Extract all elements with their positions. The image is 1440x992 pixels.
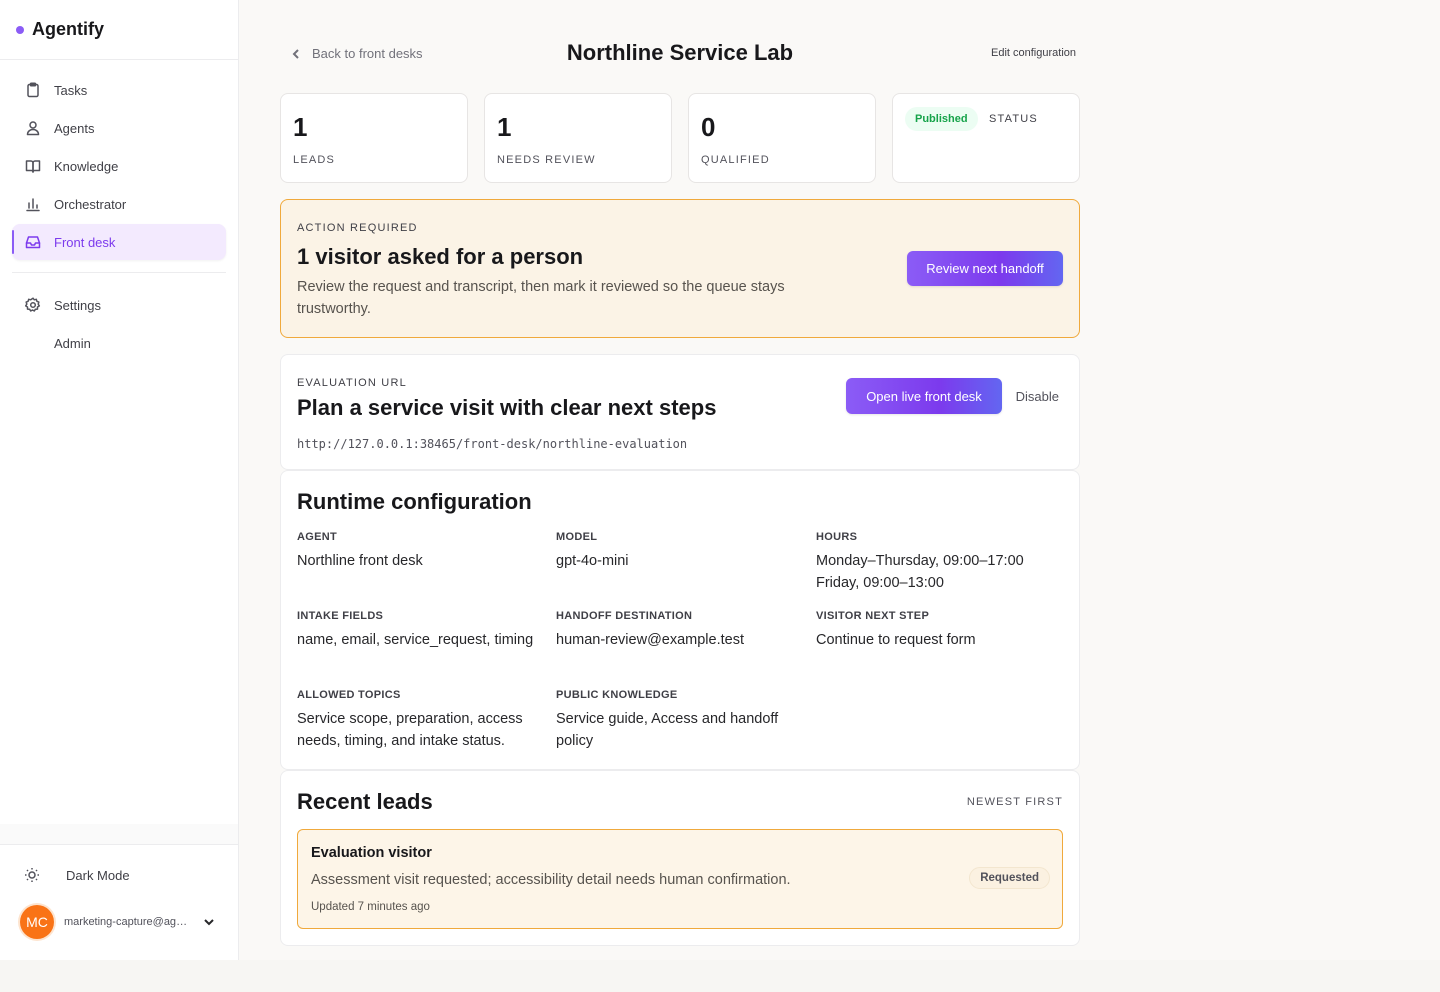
sidebar-footer: Dark Mode MC marketing-capture@agentify.… xyxy=(0,844,238,960)
bottom-strip xyxy=(0,960,1440,992)
stat-value: 0 xyxy=(701,112,716,142)
field-handoff-destination: HANDOFF DESTINATION human-review@example… xyxy=(556,610,806,651)
runtime-title: Runtime configuration xyxy=(297,489,532,514)
status-badge: Published xyxy=(905,107,978,131)
field-label: AGENT xyxy=(297,531,337,543)
field-label: HANDOFF DESTINATION xyxy=(556,610,693,622)
clipboard-icon xyxy=(24,81,42,99)
disable-button[interactable]: Disable xyxy=(1016,389,1059,404)
sidebar-item-tasks[interactable]: Tasks xyxy=(12,72,226,108)
bar-chart-icon xyxy=(24,195,42,213)
page-header: Back to front desks Northline Service La… xyxy=(280,0,1080,92)
sidebar-fade xyxy=(0,824,238,844)
field-hours: HOURS Monday–Thursday, 09:00–17:00 Frida… xyxy=(816,531,1066,594)
field-value: name, email, service_request, timing xyxy=(297,632,534,648)
sidebar-item-label: Settings xyxy=(54,297,101,313)
dark-mode-label: Dark Mode xyxy=(66,867,130,883)
field-visitor-next-step: VISITOR NEXT STEP Continue to request fo… xyxy=(816,610,1066,651)
sidebar-item-agents[interactable]: Agents xyxy=(12,110,226,146)
sidebar-item-orchestrator[interactable]: Orchestrator xyxy=(12,186,226,222)
stat-label: QUALIFIED xyxy=(701,154,770,166)
sidebar-item-label: Orchestrator xyxy=(54,196,127,212)
list-item[interactable]: Evaluation visitor Assessment visit requ… xyxy=(297,829,1063,929)
brand-dot-icon xyxy=(16,25,24,34)
alert-kicker: ACTION REQUIRED xyxy=(297,222,418,234)
sidebar-item-label: Knowledge xyxy=(54,158,119,174)
dark-mode-toggle[interactable]: Dark Mode xyxy=(24,867,130,883)
field-label: HOURS xyxy=(816,531,858,543)
recent-leads-title: Recent leads xyxy=(297,789,433,814)
avatar: MC xyxy=(20,905,54,939)
user-icon xyxy=(24,119,42,137)
sidebar-item-knowledge[interactable]: Knowledge xyxy=(12,148,226,184)
stat-value: 1 xyxy=(293,112,308,142)
lead-name: Evaluation visitor xyxy=(311,845,432,861)
sidebar-item-label: Admin xyxy=(54,335,91,351)
alert-description: Review the request and transcript, then … xyxy=(297,279,785,317)
main-nav: Tasks Agents Knowledge Orchestrator Fron… xyxy=(0,60,238,361)
field-public-knowledge: PUBLIC KNOWLEDGE Service guide, Access a… xyxy=(556,689,806,752)
brand[interactable]: Agentify xyxy=(0,0,238,60)
user-email: marketing-capture@agentify.test xyxy=(64,916,192,928)
field-label: MODEL xyxy=(556,531,598,543)
open-live-front-desk-button[interactable]: Open live front desk xyxy=(846,378,1002,414)
gear-icon xyxy=(24,296,42,314)
evaluation-card: EVALUATION URL Plan a service visit with… xyxy=(280,354,1080,470)
stat-label: LEADS xyxy=(293,154,336,166)
field-model: MODEL gpt-4o-mini xyxy=(556,531,806,572)
review-next-handoff-button[interactable]: Review next handoff xyxy=(907,251,1063,286)
field-agent: AGENT Northline front desk xyxy=(297,531,547,572)
recent-leads-card: Recent leads NEWEST FIRST Evaluation vis… xyxy=(280,770,1080,946)
field-value: Friday, 09:00–13:00 xyxy=(816,575,944,591)
stat-label: NEEDS REVIEW xyxy=(497,154,596,166)
stat-card-status: Published STATUS xyxy=(892,93,1080,183)
field-value: Service guide, Access and handoff policy xyxy=(556,711,779,749)
lead-updated: Updated 7 minutes ago xyxy=(311,901,430,913)
field-value: human-review@example.test xyxy=(556,632,744,648)
stat-value: 1 xyxy=(497,112,512,142)
evaluation-title: Plan a service visit with clear next ste… xyxy=(297,395,717,420)
nav-divider xyxy=(12,272,226,273)
alert-title: 1 visitor asked for a person xyxy=(297,244,584,269)
field-value: Service scope, preparation, access needs… xyxy=(297,711,523,749)
chevron-down-icon xyxy=(204,919,214,926)
stat-card-needs-review: 1 NEEDS REVIEW xyxy=(484,93,672,183)
action-required-banner: ACTION REQUIRED 1 visitor asked for a pe… xyxy=(280,199,1080,338)
stat-card-leads: 1 LEADS xyxy=(280,93,468,183)
sidebar-item-label: Front desk xyxy=(54,234,116,250)
book-icon xyxy=(24,157,42,175)
page-title: Northline Service Lab xyxy=(566,40,794,65)
evaluation-url[interactable]: http://127.0.0.1:38465/front-desk/northl… xyxy=(297,437,687,451)
evaluation-kicker: EVALUATION URL xyxy=(297,377,407,389)
field-label: VISITOR NEXT STEP xyxy=(816,610,930,622)
user-menu[interactable]: MC marketing-capture@agentify.test xyxy=(20,905,225,939)
field-intake-fields: INTAKE FIELDS name, email, service_reque… xyxy=(297,610,547,651)
field-label: ALLOWED TOPICS xyxy=(297,689,401,701)
runtime-configuration-card: Runtime configuration AGENT Northline fr… xyxy=(280,470,1080,770)
main-content: Back to front desks Northline Service La… xyxy=(280,0,1080,946)
stats-row: 1 LEADS 1 NEEDS REVIEW 0 QUALIFIED Publi… xyxy=(280,93,1080,183)
sidebar-item-admin[interactable]: Admin xyxy=(12,325,226,361)
sidebar-item-front-desk[interactable]: Front desk xyxy=(12,224,226,260)
field-value: Monday–Thursday, 09:00–17:00 xyxy=(816,553,1024,569)
edit-configuration-button[interactable]: Edit configuration xyxy=(991,47,1076,59)
sidebar: Agentify Tasks Agents Knowledge Orchestr… xyxy=(0,0,239,960)
inbox-icon xyxy=(24,233,42,251)
field-value: Continue to request form xyxy=(816,632,976,648)
field-label: PUBLIC KNOWLEDGE xyxy=(556,689,678,701)
field-allowed-topics: ALLOWED TOPICS Service scope, preparatio… xyxy=(297,689,547,752)
sidebar-item-label: Tasks xyxy=(54,82,88,98)
field-label: INTAKE FIELDS xyxy=(297,610,384,622)
field-value: gpt-4o-mini xyxy=(556,553,629,569)
sidebar-item-label: Agents xyxy=(54,120,95,136)
stat-label: STATUS xyxy=(989,113,1038,125)
brand-name: Agentify xyxy=(32,19,104,39)
stat-card-qualified: 0 QUALIFIED xyxy=(688,93,876,183)
sun-icon xyxy=(25,868,39,882)
sidebar-item-settings[interactable]: Settings xyxy=(12,287,226,323)
status-badge: Requested xyxy=(969,867,1050,889)
field-value: Northline front desk xyxy=(297,553,423,569)
lead-description: Assessment visit requested; accessibilit… xyxy=(311,872,791,888)
sort-label: NEWEST FIRST xyxy=(966,796,1063,808)
